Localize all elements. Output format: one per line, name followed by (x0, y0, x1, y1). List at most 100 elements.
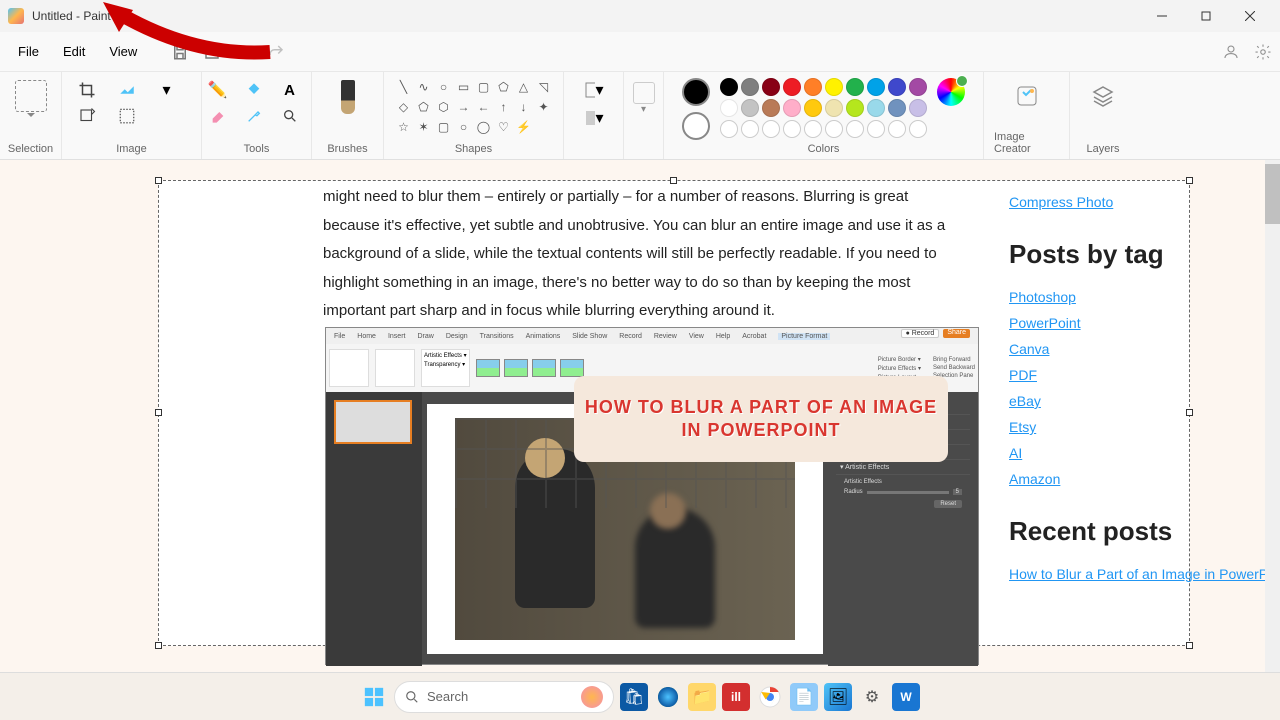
tag-link[interactable]: PowerPoint (1009, 315, 1081, 331)
ribbon-label-brushes: Brushes (327, 143, 367, 157)
taskbar-edge[interactable] (654, 683, 682, 711)
palette-color[interactable] (825, 120, 843, 138)
palette-color[interactable] (888, 78, 906, 96)
palette-color[interactable] (783, 78, 801, 96)
ribbon-label-layers: Layers (1086, 143, 1119, 157)
shapes-gallery[interactable]: ╲∿○▭▢⬠△◹ ◇⬠⬡→←↑↓✦ ☆✶▢○◯♡⚡ (395, 78, 553, 136)
fill-tool[interactable] (244, 80, 264, 100)
menu-edit[interactable]: Edit (53, 38, 95, 65)
share-icon[interactable] (203, 43, 221, 61)
color-palette[interactable] (720, 78, 927, 138)
palette-color[interactable] (867, 120, 885, 138)
palette-color[interactable] (846, 120, 864, 138)
brush-tool[interactable] (341, 80, 355, 114)
menu-bar: File Edit View (0, 32, 1280, 72)
palette-color[interactable] (804, 99, 822, 117)
fill-shape-tool[interactable]: ▾ (584, 108, 604, 128)
palette-color[interactable] (846, 99, 864, 117)
color-1[interactable] (682, 78, 710, 106)
palette-color[interactable] (741, 78, 759, 96)
settings-icon[interactable] (1254, 43, 1272, 61)
undo-icon[interactable] (235, 43, 253, 61)
minimize-button[interactable] (1140, 2, 1184, 30)
title-bar: Untitled - Paint (0, 0, 1280, 32)
eraser-tool[interactable] (208, 106, 228, 126)
remove-bg-tool[interactable] (117, 106, 137, 126)
tag-link[interactable]: Photoshop (1009, 289, 1076, 305)
palette-color[interactable] (846, 78, 864, 96)
palette-color[interactable] (825, 78, 843, 96)
taskbar-photos[interactable]: 🖼 (824, 683, 852, 711)
menu-view[interactable]: View (99, 38, 147, 65)
palette-color[interactable] (888, 120, 906, 138)
tag-link[interactable]: eBay (1009, 393, 1041, 409)
layers-tool[interactable] (1091, 84, 1115, 108)
taskbar-search[interactable]: Search (394, 681, 614, 713)
heading-recent: Recent posts (1009, 516, 1280, 547)
palette-color[interactable] (741, 120, 759, 138)
canvas-selection[interactable]: might need to blur them – entirely or pa… (158, 180, 1190, 646)
selection-tool[interactable] (15, 80, 47, 112)
size-tool[interactable] (633, 82, 655, 104)
palette-color[interactable] (762, 78, 780, 96)
outline-tool[interactable]: ▾ (584, 80, 604, 100)
image-creator-tool[interactable] (1015, 84, 1039, 108)
tag-link[interactable]: AI (1009, 445, 1022, 461)
save-icon[interactable] (171, 43, 189, 61)
taskbar: Search 🛍 📁 ill 📄 🖼 ⚙ W (0, 672, 1280, 720)
text-tool[interactable]: A (280, 80, 300, 100)
palette-color[interactable] (804, 78, 822, 96)
palette-color[interactable] (762, 120, 780, 138)
palette-color[interactable] (867, 78, 885, 96)
tag-link[interactable]: PDF (1009, 367, 1037, 383)
palette-color[interactable] (762, 99, 780, 117)
palette-color[interactable] (888, 99, 906, 117)
ribbon: Selection ▾ Image ✏️ A Tools Brushes ╲∿○… (0, 72, 1280, 160)
rotate-tool[interactable] (77, 106, 97, 126)
magnifier-tool[interactable] (280, 106, 300, 126)
pencil-tool[interactable]: ✏️ (208, 80, 228, 100)
palette-color[interactable] (867, 99, 885, 117)
palette-color[interactable] (783, 99, 801, 117)
resize-tool[interactable] (117, 80, 137, 100)
menu-file[interactable]: File (8, 38, 49, 65)
tag-link[interactable]: Canva (1009, 341, 1049, 357)
window-title: Untitled - Paint (32, 9, 1140, 23)
ribbon-label-tools: Tools (244, 143, 270, 157)
vertical-scrollbar[interactable] (1265, 160, 1280, 672)
start-button[interactable] (360, 683, 388, 711)
taskbar-explorer[interactable]: 📁 (688, 683, 716, 711)
palette-color[interactable] (825, 99, 843, 117)
chevron-down-icon[interactable]: ▾ (157, 80, 177, 100)
palette-color[interactable] (783, 120, 801, 138)
redo-icon[interactable] (267, 43, 285, 61)
taskbar-word[interactable]: W (892, 683, 920, 711)
tag-link[interactable]: Etsy (1009, 419, 1036, 435)
account-icon[interactable] (1222, 43, 1240, 61)
link-compress[interactable]: Compress Photo (1009, 194, 1113, 210)
taskbar-settings[interactable]: ⚙ (858, 683, 886, 711)
palette-color[interactable] (804, 120, 822, 138)
palette-color[interactable] (720, 99, 738, 117)
palette-color[interactable] (720, 78, 738, 96)
close-button[interactable] (1228, 2, 1272, 30)
color-2[interactable] (682, 112, 710, 140)
recent-post-link[interactable]: How to Blur a Part of an Image in PowerP… (1009, 566, 1280, 582)
taskbar-app-red[interactable]: ill (722, 683, 750, 711)
maximize-button[interactable] (1184, 2, 1228, 30)
palette-color[interactable] (909, 120, 927, 138)
paint-app-icon (8, 8, 24, 24)
taskbar-store[interactable]: 🛍 (620, 683, 648, 711)
edit-colors[interactable] (937, 78, 965, 106)
picker-tool[interactable] (244, 106, 264, 126)
crop-tool[interactable] (77, 80, 97, 100)
taskbar-chrome[interactable] (756, 683, 784, 711)
palette-color[interactable] (741, 99, 759, 117)
palette-color[interactable] (909, 99, 927, 117)
taskbar-notepad[interactable]: 📄 (790, 683, 818, 711)
heading-posts-by-tag: Posts by tag (1009, 239, 1280, 270)
article-callout: HOW TO BLUR A PART OF AN IMAGE IN POWERP… (574, 376, 948, 462)
palette-color[interactable] (720, 120, 738, 138)
tag-link[interactable]: Amazon (1009, 471, 1060, 487)
palette-color[interactable] (909, 78, 927, 96)
